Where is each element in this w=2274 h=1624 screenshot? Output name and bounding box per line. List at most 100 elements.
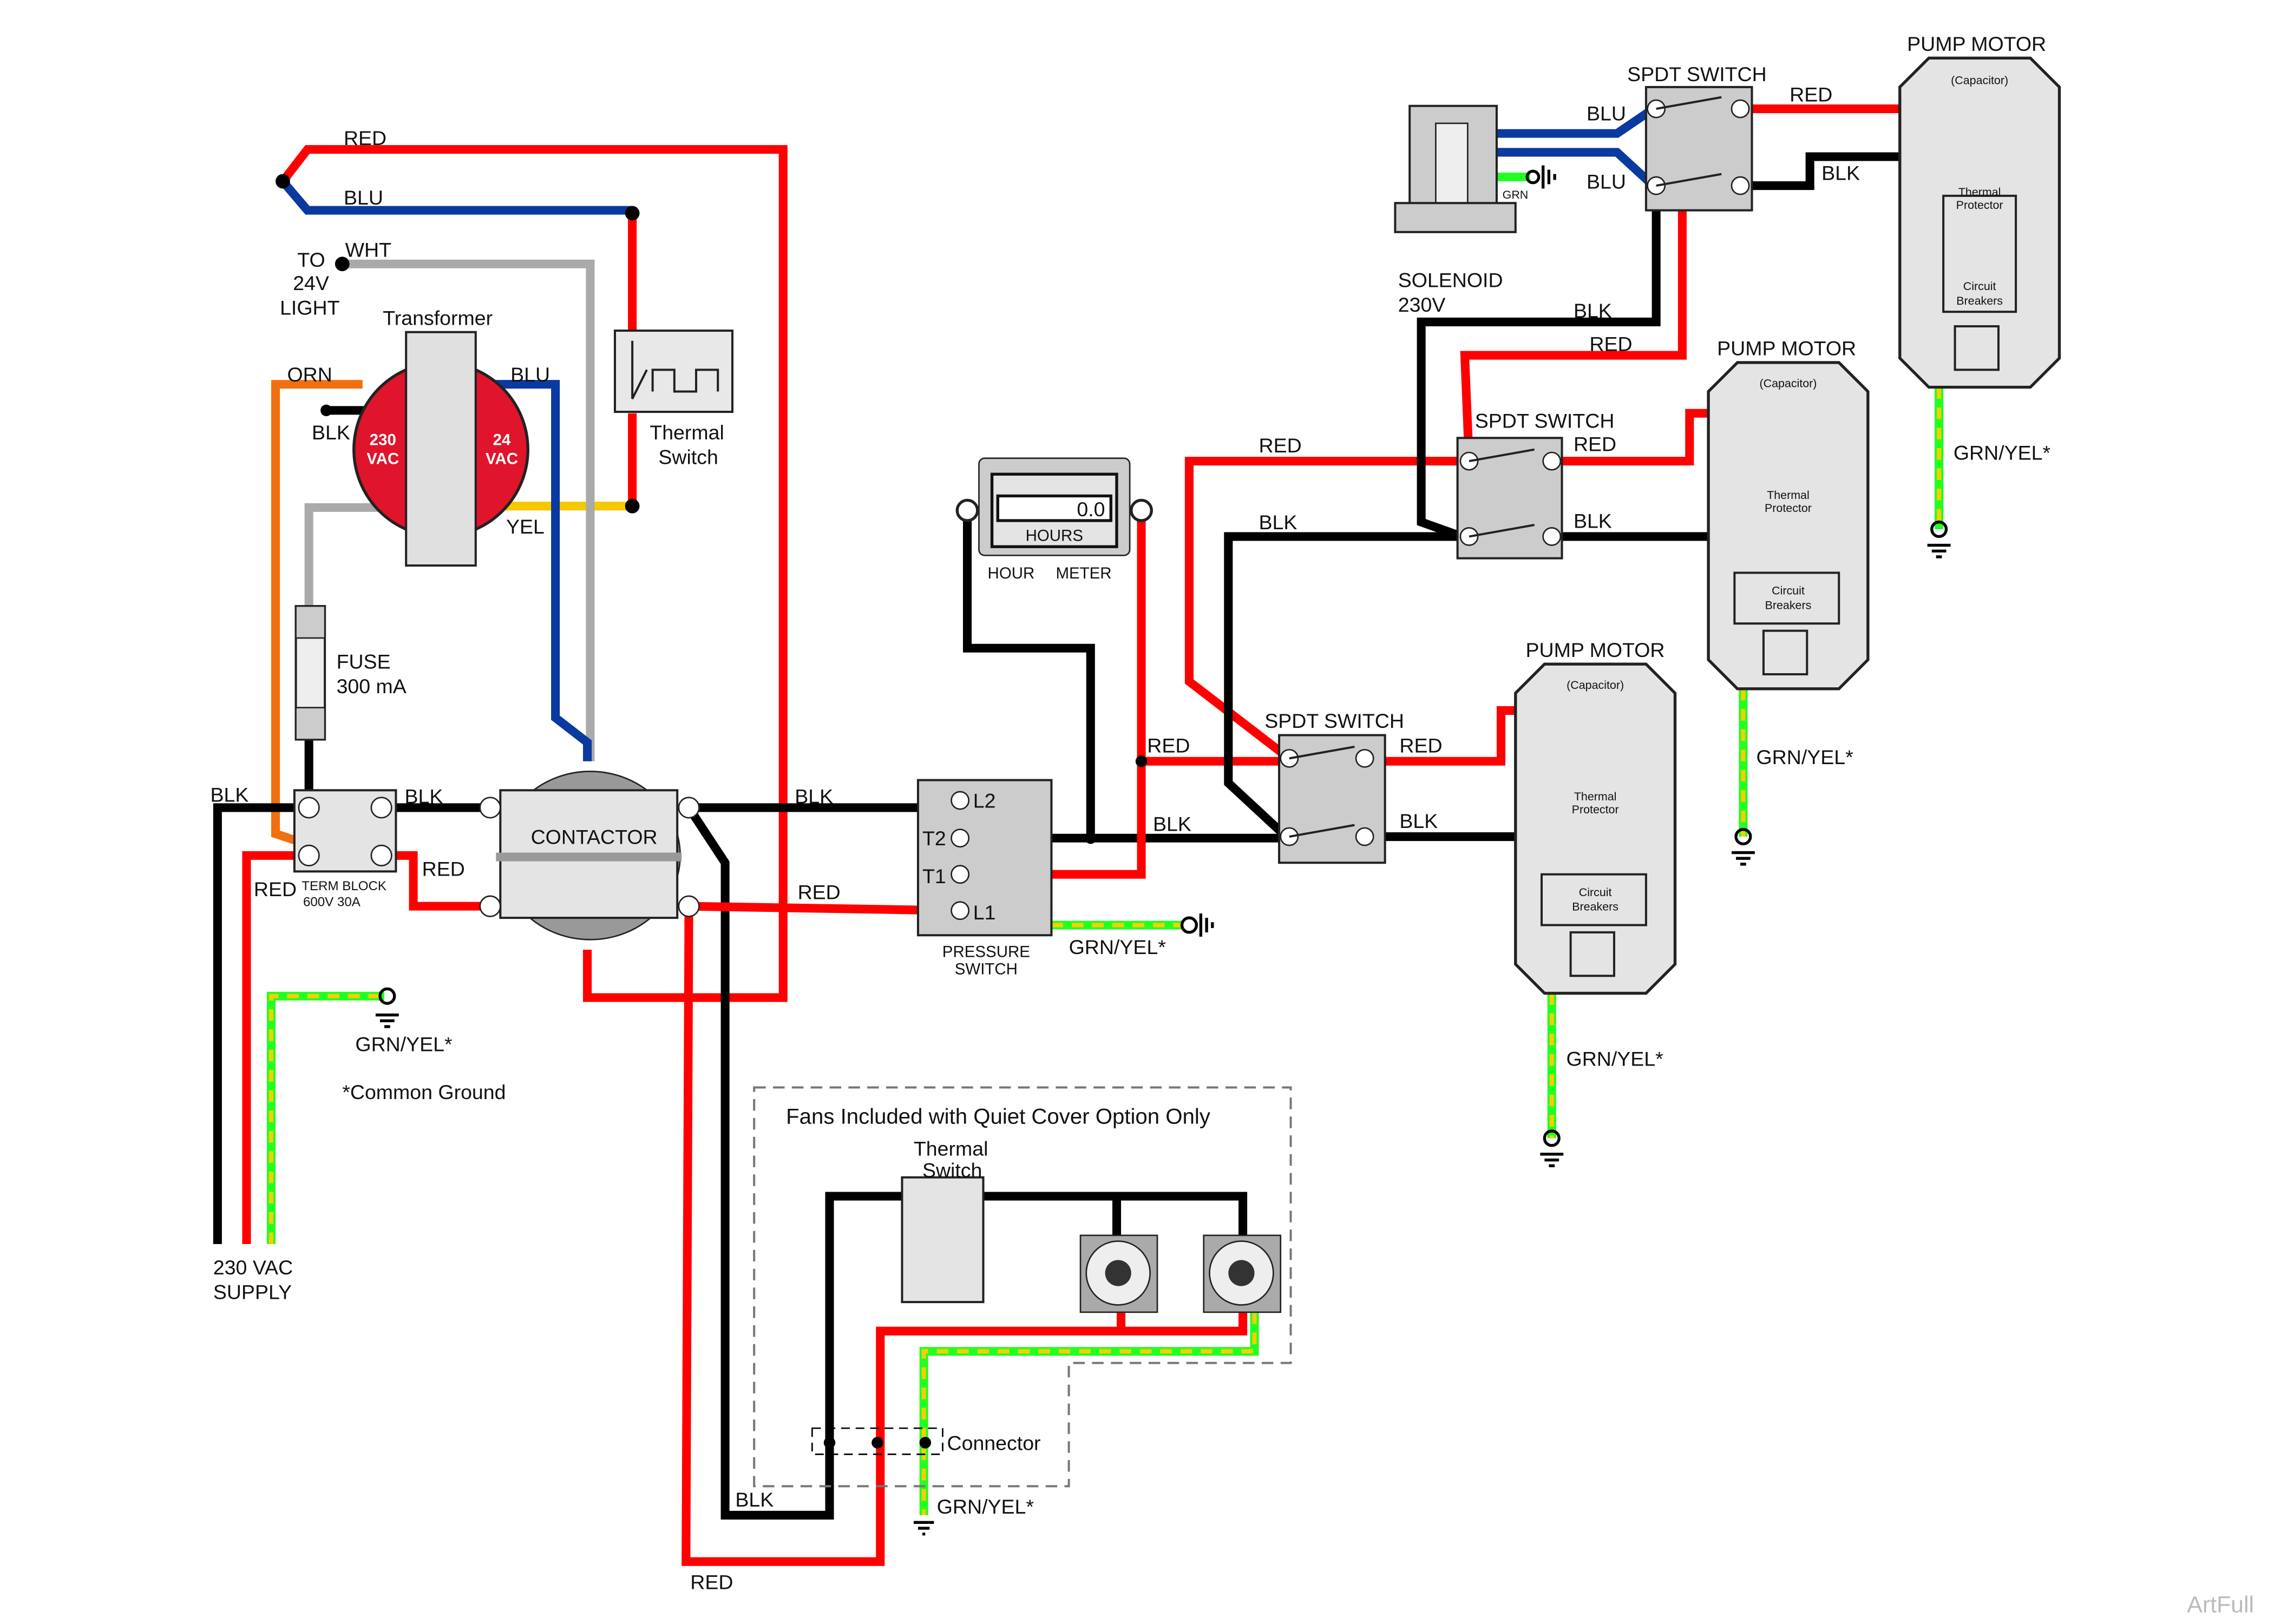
svg-text:230: 230 [370,431,396,449]
svg-text:(Capacitor): (Capacitor) [1759,377,1817,390]
svg-text:(Capacitor): (Capacitor) [1951,74,2008,87]
fan-icon [1203,1234,1282,1313]
svg-text:SOLENOID: SOLENOID [1398,269,1503,292]
svg-text:PUMP MOTOR: PUMP MOTOR [1526,639,1665,661]
svg-text:SPDT SWITCH: SPDT SWITCH [1627,63,1767,86]
svg-text:SPDT SWITCH: SPDT SWITCH [1475,410,1615,432]
svg-text:Switch: Switch [922,1159,982,1182]
solenoid [1394,104,1517,233]
svg-text:GRN/YEL*: GRN/YEL* [355,1033,452,1056]
fans-option-box [753,1086,1292,1488]
svg-text:TERM BLOCK: TERM BLOCK [302,879,386,893]
svg-text:CONTACTOR: CONTACTOR [531,825,658,848]
svg-text:Thermal: Thermal [914,1137,988,1160]
svg-text:Circuit: Circuit [1963,280,1996,293]
svg-text:230 VAC: 230 VAC [213,1256,293,1279]
svg-text:BLK: BLK [1153,812,1191,835]
svg-text:GRN/YEL*: GRN/YEL* [1567,1047,1663,1070]
pump-motor-1: (Capacitor) ThermalProtector CircuitBrea… [1898,56,2061,389]
svg-text:GRN/YEL*: GRN/YEL* [1069,936,1166,958]
pump-motor-2: (Capacitor) ThermalProtector Circuit Brea… [1707,361,1870,691]
svg-text:VAC: VAC [366,450,399,468]
svg-text:RED: RED [1147,734,1190,757]
svg-text:TO: TO [297,248,325,271]
svg-text:PUMP MOTOR: PUMP MOTOR [1717,337,1856,360]
svg-text:GRN/YEL*: GRN/YEL* [937,1495,1034,1518]
fuse [294,605,326,741]
svg-text:GRN/YEL*: GRN/YEL* [1757,746,1853,768]
svg-text:BLU: BLU [1587,170,1626,193]
svg-text:BLU: BLU [344,186,383,209]
svg-text:HOUR: HOUR [988,564,1035,582]
svg-text:300 mA: 300 mA [337,675,407,698]
hours-readout: 0.0 [1077,498,1105,521]
svg-text:T2: T2 [922,827,946,850]
svg-text:BLK: BLK [1574,299,1612,322]
svg-text:METER: METER [1056,564,1111,582]
svg-text:BLK: BLK [735,1488,774,1511]
svg-text:Thermal: Thermal [650,421,724,444]
svg-text:BLK: BLK [1574,509,1612,532]
svg-text:BLK: BLK [1821,161,1860,184]
svg-text:Thermal: Thermal [1767,489,1810,502]
svg-text:Breakers: Breakers [1572,900,1618,913]
svg-text:Transformer: Transformer [383,306,493,329]
svg-text:Circuit: Circuit [1772,584,1805,597]
svg-text:(Capacitor): (Capacitor) [1567,679,1624,692]
svg-text:Breakers: Breakers [1956,294,2003,307]
svg-text:PUMP MOTOR: PUMP MOTOR [1907,32,2046,55]
svg-text:BLU: BLU [1587,102,1626,125]
svg-text:BLK: BLK [1259,511,1297,534]
svg-text:HOURS: HOURS [1026,527,1083,544]
svg-text:T1: T1 [922,865,946,887]
svg-text:BLK: BLK [404,785,443,807]
svg-text:24: 24 [493,431,511,449]
svg-text:BLK: BLK [1399,810,1438,832]
svg-text:YEL: YEL [506,515,545,538]
svg-text:RED: RED [254,878,297,900]
svg-text:Fans Included with Quiet Cover: Fans Included with Quiet Cover Option On… [786,1104,1210,1129]
svg-text:L2: L2 [973,789,996,812]
svg-text:RED: RED [1790,83,1832,106]
svg-text:RED: RED [798,880,841,903]
svg-text:VAC: VAC [486,450,518,468]
svg-text:BLU: BLU [510,363,550,386]
svg-text:L1: L1 [973,901,996,924]
svg-text:ORN: ORN [287,363,332,386]
contactor [479,771,700,941]
svg-text:Switch: Switch [658,445,718,468]
svg-text:230V: 230V [1398,293,1446,316]
watermark: ArtFull [2187,1592,2254,1618]
svg-text:Connector: Connector [947,1431,1041,1454]
svg-text:BLK: BLK [210,784,248,806]
svg-text:FUSE: FUSE [337,650,391,673]
fan-icon [1079,1234,1158,1313]
svg-text:GRN/YEL*: GRN/YEL* [1954,441,2050,464]
svg-text:BLK: BLK [312,421,350,444]
svg-text:LIGHT: LIGHT [280,297,340,319]
svg-text:SWITCH: SWITCH [955,961,1018,978]
svg-text:GRN: GRN [1503,188,1529,201]
transformer: 230 VAC 24 VAC [352,331,529,567]
svg-text:Thermal: Thermal [1574,790,1617,803]
svg-text:Protector: Protector [1572,803,1619,816]
svg-text:24V: 24V [293,272,329,294]
svg-text:PRESSURE: PRESSURE [942,943,1030,961]
svg-text:Thermal: Thermal [1958,186,2001,199]
svg-text:SUPPLY: SUPPLY [213,1281,292,1304]
svg-text:RED: RED [1574,432,1616,455]
term-block [293,789,397,873]
svg-text:RED: RED [1399,734,1442,757]
svg-text:Protector: Protector [1956,199,2003,212]
svg-text:Circuit: Circuit [1579,886,1612,899]
svg-text:BLK: BLK [795,785,833,807]
svg-text:RED: RED [344,127,386,149]
svg-text:RED: RED [422,857,465,880]
thermal-switch [613,329,734,413]
svg-text:RED: RED [1589,333,1632,356]
svg-text:Breakers: Breakers [1765,599,1812,612]
svg-text:SPDT SWITCH: SPDT SWITCH [1264,709,1404,732]
wiring-diagram: 230 VAC 24 VAC 0.0 (Capacitor) ThermalPr… [210,32,2254,1618]
svg-text:600V 30A: 600V 30A [303,895,361,910]
svg-text:WHT: WHT [345,238,391,261]
